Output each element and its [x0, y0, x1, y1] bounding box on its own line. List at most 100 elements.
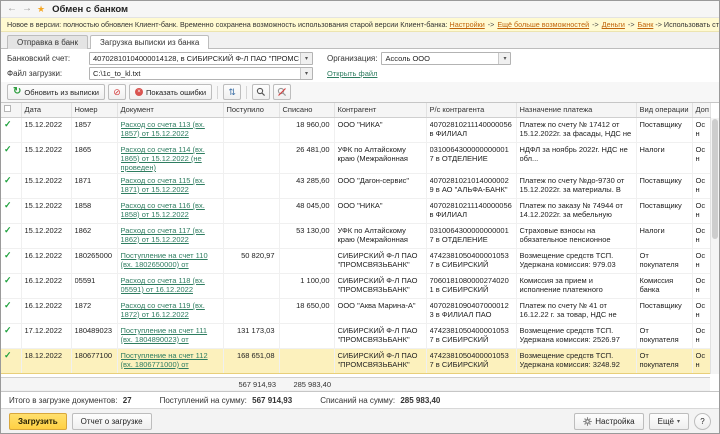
back-icon[interactable]: ←	[7, 4, 17, 14]
document-link[interactable]: Расход со счета 113 (вх. 1857) от 15.12.…	[121, 120, 220, 138]
cancel-search-button[interactable]	[273, 84, 291, 100]
forward-icon[interactable]: →	[22, 4, 32, 14]
cell-operation-type: Налоги	[640, 226, 689, 235]
bank-exchange-window: ← → ★ Обмен с банком Новое в версии: пол…	[0, 0, 720, 434]
select-all-checkbox[interactable]	[4, 105, 11, 112]
document-link[interactable]: Расход со счета 119 (вх. 1872) от 16.12.…	[121, 301, 220, 319]
organization-dropdown-icon[interactable]: ▾	[498, 53, 510, 64]
cell-checkbox[interactable]: ✓	[1, 224, 21, 249]
load-button[interactable]: Загрузить	[9, 413, 67, 430]
load-report-button[interactable]: Отчет о загрузке	[72, 413, 152, 430]
table-row[interactable]: ✓ 15.12.2022 1871 Расход со счета 115 (в…	[1, 174, 710, 199]
cancel-loading-button[interactable]: ⊘	[108, 84, 126, 100]
cell-checkbox[interactable]: ✓	[1, 174, 21, 199]
cell-date: 15.12.2022	[25, 120, 68, 129]
row-check-icon[interactable]: ✓	[4, 326, 12, 335]
header-date[interactable]: Дата	[21, 103, 71, 117]
documents-grid: Дата Номер Документ Поступило Списано Ко…	[1, 102, 719, 392]
scrollbar-thumb[interactable]	[712, 119, 718, 239]
cell-counterparty-account: 03100643000000000017 в ОТДЕЛЕНИЕ	[430, 145, 513, 163]
cell-operation-type: Поставщику	[640, 301, 689, 310]
cell-checkbox[interactable]: ✓	[1, 274, 21, 299]
bank-account-dropdown-icon[interactable]: ▾	[300, 53, 312, 64]
more-button[interactable]: Ещё ▾	[649, 413, 689, 430]
document-link[interactable]: Поступление на счет 112 (вх. 1806771000)…	[121, 351, 220, 369]
tab-load-statement[interactable]: Загрузка выписки из банка	[90, 35, 209, 49]
document-link[interactable]: Расход со счета 117 (вх. 1862) от 15.12.…	[121, 226, 220, 244]
tab-send-to-bank[interactable]: Отправка в банк	[7, 35, 88, 49]
reorder-button[interactable]: ⇅	[223, 84, 241, 100]
cell-payment-purpose: Платеж по счету № 41 от 16.12.22 г. за т…	[520, 301, 633, 319]
show-errors-button[interactable]: × Показать ошибки	[129, 84, 212, 100]
header-number[interactable]: Номер	[71, 103, 117, 117]
load-file-field[interactable]: C:\1c_to_kl.txt ▾	[89, 67, 313, 80]
cell-checkbox[interactable]: ✓	[1, 299, 21, 324]
table-row[interactable]: ✓ 17.12.2022 180489023 Поступление на сч…	[1, 324, 710, 349]
header-written-off[interactable]: Списано	[279, 103, 334, 117]
help-button[interactable]: ?	[694, 413, 711, 430]
header-counterparty-account[interactable]: Р/с контрагента	[426, 103, 516, 117]
row-check-icon[interactable]: ✓	[4, 120, 12, 129]
page-title: Обмен с банком	[52, 4, 128, 15]
cell-checkbox[interactable]: ✓	[1, 324, 21, 349]
header-operation-type[interactable]: Вид операции	[636, 103, 692, 117]
row-check-icon[interactable]: ✓	[4, 201, 12, 210]
notice-link-settings[interactable]: Настройки	[450, 20, 485, 29]
notice-link-money[interactable]: Деньги	[602, 20, 625, 29]
notice-link-bank[interactable]: Банк	[638, 20, 654, 29]
header-document[interactable]: Документ	[117, 103, 223, 117]
header-payment-purpose[interactable]: Назначение платежа	[516, 103, 636, 117]
header-extra[interactable]: Доп	[692, 103, 710, 117]
row-check-icon[interactable]: ✓	[4, 276, 12, 285]
document-link[interactable]: Поступление на счет 110 (вх. 1802650000)…	[121, 251, 220, 269]
cell-number: 1857	[75, 120, 114, 129]
cell-checkbox[interactable]: ✓	[1, 199, 21, 224]
summary-out-label: Списаний на сумму:	[320, 396, 395, 405]
row-check-icon[interactable]: ✓	[4, 251, 12, 260]
cell-payment-purpose: Страховые взносы на обязательное пенсион…	[520, 226, 633, 244]
row-check-icon[interactable]: ✓	[4, 301, 12, 310]
cell-checkbox[interactable]: ✓	[1, 349, 21, 374]
cell-checkbox[interactable]: ✓	[1, 249, 21, 274]
row-check-icon[interactable]: ✓	[4, 351, 12, 360]
document-link[interactable]: Расход со счета 116 (вх. 1858) от 15.12.…	[121, 201, 220, 219]
notice-link-more-features[interactable]: Ещё больше возможностей	[497, 20, 589, 29]
refresh-from-statement-button[interactable]: ↻ Обновить из выписки	[7, 84, 105, 100]
row-check-icon[interactable]: ✓	[4, 176, 12, 185]
table-row[interactable]: ✓ 15.12.2022 1865 Расход со счета 114 (в…	[1, 143, 710, 174]
table-row[interactable]: ✓ 16.12.2022 05591 Расход со счета 118 (…	[1, 274, 710, 299]
table-row[interactable]: ✓ 16.12.2022 180265000 Поступление на сч…	[1, 249, 710, 274]
favorite-star-icon[interactable]: ★	[37, 5, 45, 14]
organization-field[interactable]: Ассоль ООО ▾	[381, 52, 511, 65]
row-check-icon[interactable]: ✓	[4, 226, 12, 235]
row-check-icon[interactable]: ✓	[4, 145, 12, 154]
table-row[interactable]: ✓ 15.12.2022 1857 Расход со счета 113 (в…	[1, 118, 710, 143]
summary-out-value: 285 983,40	[400, 396, 440, 405]
search-button[interactable]	[252, 84, 270, 100]
document-link[interactable]: Расход со счета 114 (вх. 1865) от 15.12.…	[121, 145, 220, 172]
header-checkbox[interactable]	[1, 103, 21, 117]
open-file-link[interactable]: Открыть файл	[327, 69, 377, 78]
vertical-scrollbar[interactable]	[710, 118, 719, 375]
document-link[interactable]: Расход со счета 115 (вх. 1871) от 15.12.…	[121, 176, 220, 194]
refresh-icon: ↻	[13, 87, 21, 97]
table-row[interactable]: ✓ 18.12.2022 180677100 Поступление на сч…	[1, 349, 710, 374]
cell-received: 50 820,97	[227, 251, 275, 260]
header-counterparty[interactable]: Контрагент	[334, 103, 426, 117]
cell-extra: Осн	[696, 226, 707, 244]
cell-number: 1858	[75, 201, 114, 210]
notice-separator: ->	[628, 20, 635, 29]
settings-button[interactable]: Настройка	[574, 413, 643, 430]
bank-account-field[interactable]: 40702810104000014128, в СИБИРСКИЙ Ф-Л ПА…	[89, 52, 313, 65]
header-received[interactable]: Поступило	[223, 103, 279, 117]
cell-checkbox[interactable]: ✓	[1, 118, 21, 143]
table-row[interactable]: ✓ 15.12.2022 1858 Расход со счета 116 (в…	[1, 199, 710, 224]
load-file-dropdown-icon[interactable]: ▾	[300, 68, 312, 79]
document-link[interactable]: Расход со счета 118 (вх. 05591) от 16.12…	[121, 276, 220, 294]
cell-checkbox[interactable]: ✓	[1, 143, 21, 174]
document-link[interactable]: Поступление на счет 111 (вх. 1804890023)…	[121, 326, 220, 344]
table-row[interactable]: ✓ 16.12.2022 1872 Расход со счета 119 (в…	[1, 299, 710, 324]
table-row[interactable]: ✓ 15.12.2022 1862 Расход со счета 117 (в…	[1, 224, 710, 249]
title-bar: ← → ★ Обмен с банком	[1, 1, 719, 18]
bank-account-value: 40702810104000014128, в СИБИРСКИЙ Ф-Л ПА…	[90, 54, 300, 63]
